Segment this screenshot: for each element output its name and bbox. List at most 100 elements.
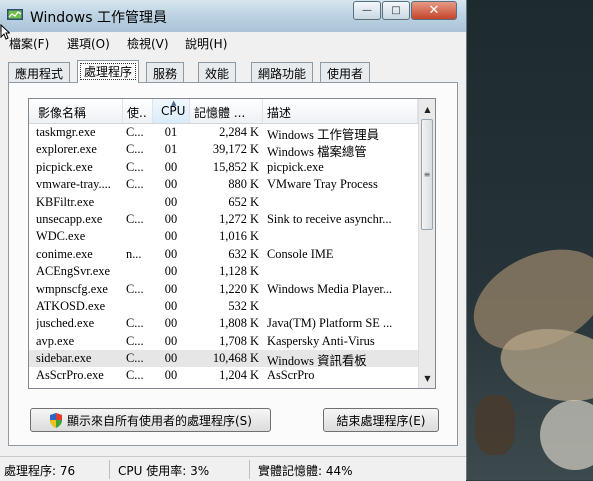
process-description: Windows 檔案總管 [267, 145, 367, 160]
process-image-name: vmware-tray.... [36, 177, 111, 192]
scroll-down-icon[interactable]: ▼ [420, 370, 435, 386]
menu-file[interactable]: 檔案(F) [9, 35, 49, 52]
tab-performance[interactable]: 效能 [198, 62, 237, 82]
tab-applications[interactable]: 應用程式 [8, 62, 71, 82]
vertical-scrollbar[interactable]: ▲ ≡ ▼ [418, 99, 435, 388]
task-manager-app-icon [7, 9, 23, 20]
process-image-name: wmpnsvr.exe [36, 386, 119, 388]
process-description: Console IME [267, 246, 334, 261]
status-separator [249, 460, 250, 479]
status-process-count: 處理程序: 76 [4, 464, 76, 478]
tab-networking[interactable]: 網路功能 [251, 62, 314, 82]
process-memory: 1,808 K [219, 316, 259, 331]
process-description: AsScrPro [267, 368, 315, 383]
scroll-up-icon[interactable]: ▲ [420, 101, 435, 117]
process-user: C... [126, 316, 144, 331]
scrollbar-thumb[interactable]: ≡ [421, 119, 433, 230]
process-memory: 1,204 K [219, 368, 259, 383]
show-all-users-button[interactable]: 顯示來自所有使用者的處理程序(S) [30, 408, 271, 432]
table-row[interactable]: WDC.exe 00 1,016 K [29, 228, 418, 245]
process-cpu: 00 [164, 298, 178, 313]
table-row[interactable]: AsScrPro.exe C... 00 1,204 K AsScrPro [29, 367, 418, 384]
process-description: Sink to receive asynchr... [267, 211, 392, 226]
process-image-name: KBFiltr.exe [36, 194, 95, 209]
desktop-wallpaper-shape [540, 400, 593, 470]
process-memory: 1,220 K [219, 281, 259, 296]
process-memory: 652 K [228, 194, 259, 209]
table-row[interactable]: explorer.exe C... 01 39,172 K Windows 檔案總管 [29, 141, 418, 160]
process-image-name: AsScrPro.exe [36, 368, 104, 383]
menu-options[interactable]: 選項(O) [67, 35, 110, 52]
close-button[interactable]: ✕ [411, 1, 457, 20]
process-image-name: sidebar.exe [36, 351, 92, 366]
process-cpu: 00 [164, 281, 178, 296]
table-row[interactable]: wmpnsvr.exe 00 2,680 K [29, 385, 418, 388]
process-memory: 1,128 K [219, 264, 259, 279]
status-cpu-usage: CPU 使用率: 3% [118, 464, 210, 478]
process-user: C... [126, 368, 144, 383]
table-row[interactable]: taskmgr.exe C... 01 2,284 K Windows 工作管理員 [29, 124, 418, 142]
table-row[interactable]: vmware-tray.... C... 00 880 K VMware Tray Pr… [29, 176, 418, 193]
process-cpu: 00 [164, 159, 178, 174]
tab-services[interactable]: 服務 [146, 62, 185, 82]
table-row[interactable]: picpick.exe C... 00 15,852 K picpick.exe [29, 159, 418, 176]
process-description: picpick.exe [267, 159, 324, 174]
table-row[interactable]: ATKOSD.exe 00 532 K [29, 298, 418, 315]
process-cpu: 00 [164, 229, 178, 244]
process-cpu: 00 [164, 264, 178, 279]
menu-help[interactable]: 說明(H) [185, 35, 227, 52]
title-bar[interactable]: Windows 工作管理員 — □ ✕ [0, 0, 466, 32]
column-cpu[interactable]: ▲ CPU [153, 99, 190, 123]
process-description: VMware Tray Process [267, 177, 378, 192]
process-image-name: conime.exe [36, 246, 93, 261]
menu-bar: 檔案(F) 選項(O) 檢視(V) 說明(H) [0, 32, 466, 52]
column-description[interactable]: 描述 [263, 99, 418, 123]
process-user: C... [126, 211, 144, 226]
column-user[interactable]: 使.. [123, 99, 153, 123]
process-description: Kaspersky Anti-Virus [267, 333, 375, 348]
process-image-name: wmpnscfg.exe [36, 281, 108, 296]
status-memory-usage: 實體記憶體: 44% [258, 464, 353, 478]
process-image-name: picpick.exe [36, 159, 93, 174]
table-row[interactable]: KBFiltr.exe 00 652 K [29, 194, 418, 211]
table-row[interactable]: unsecapp.exe C... 00 1,272 K Sink to receive… [29, 211, 418, 228]
process-image-name: WDC.exe [36, 229, 86, 244]
table-row[interactable]: ACEngSvr.exe 00 1,128 K [29, 263, 418, 280]
process-memory: 15,852 K [212, 159, 259, 174]
process-image-name: unsecapp.exe [36, 211, 103, 226]
process-memory: 1,016 K [219, 229, 259, 244]
status-separator [109, 460, 110, 479]
column-memory[interactable]: 記憶體 ... [190, 99, 263, 123]
process-image-name: jusched.exe [36, 316, 95, 331]
mouse-cursor-icon [0, 24, 10, 40]
table-row[interactable]: avp.exe C... 00 1,708 K Kaspersky Anti-Virus [29, 333, 418, 350]
process-cpu: 00 [164, 333, 178, 348]
process-cpu: 00 [164, 351, 178, 366]
process-user: C... [126, 281, 144, 296]
end-process-label: 結束處理程序(E) [336, 413, 426, 428]
tab-users[interactable]: 使用者 [320, 62, 371, 82]
minimize-button[interactable]: — [353, 1, 381, 20]
table-row[interactable]: sidebar.exe C... 00 10,468 K Windows 資訊看板 [29, 350, 418, 368]
table-row[interactable]: conime.exe n... 00 632 K Console IME [29, 246, 418, 263]
maximize-button[interactable]: □ [382, 1, 410, 20]
process-memory: 1,272 K [219, 211, 259, 226]
process-memory: 2,680 K [191, 386, 259, 388]
uac-shield-icon [50, 412, 62, 428]
process-list-body: taskmgr.exe C... 01 2,284 K Windows 工作管理員 exp… [29, 124, 418, 388]
process-user: C... [126, 125, 144, 139]
process-user: C... [126, 177, 144, 192]
column-image-name[interactable]: 影像名稱 [29, 99, 123, 123]
process-image-name: avp.exe [36, 333, 75, 348]
menu-view[interactable]: 檢視(V) [127, 35, 169, 52]
end-process-button[interactable]: 結束處理程序(E) [323, 408, 439, 432]
process-user: n... [126, 246, 142, 261]
tab-processes[interactable]: 處理程序 [77, 60, 140, 83]
process-list[interactable]: 影像名稱 使.. ▲ CPU 記憶體 ... 描述 taskmgr.exe C..… [28, 98, 436, 389]
process-cpu: 01 [164, 125, 178, 139]
table-row[interactable]: jusched.exe C... 00 1,808 K Java(TM) Platfor… [29, 315, 418, 332]
process-user: C... [126, 159, 144, 174]
process-cpu: 00 [164, 316, 178, 331]
maximize-icon: □ [391, 5, 401, 16]
table-row[interactable]: wmpnscfg.exe C... 00 1,220 K Windows Media P… [29, 281, 418, 298]
